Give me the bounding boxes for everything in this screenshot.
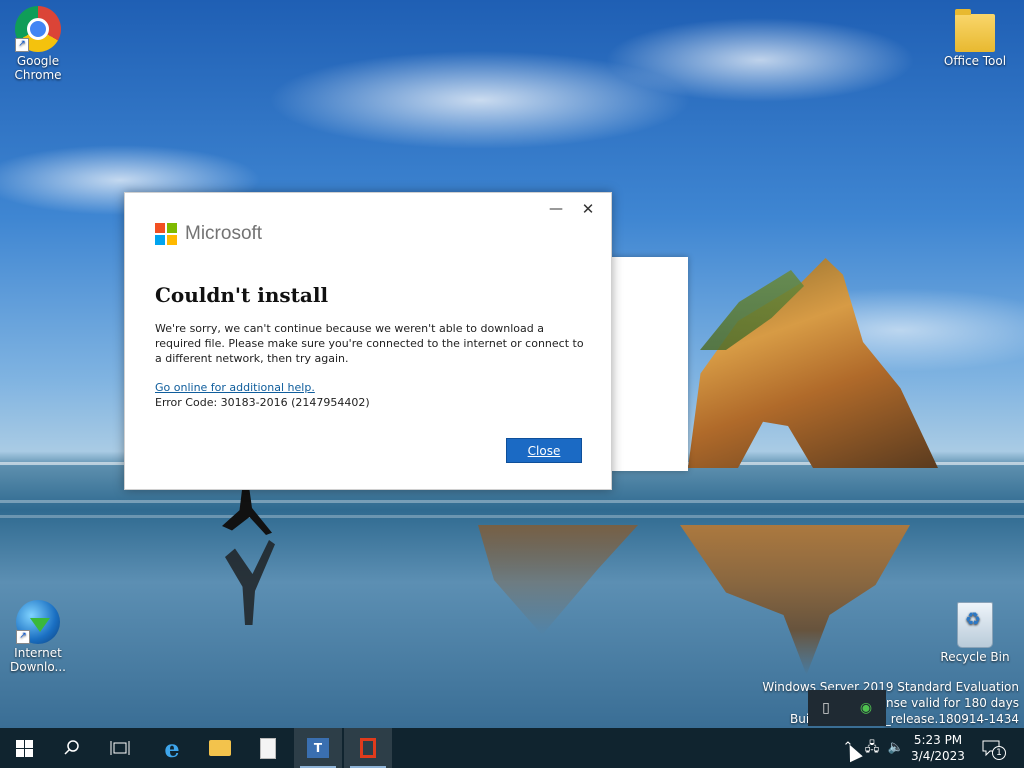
install-error-dialog: — ✕ Microsoft Couldn't install We're sor…: [124, 192, 612, 490]
shortcut-arrow-icon: ↗: [16, 630, 30, 644]
error-code: Error Code: 30183-2016 (2147954402): [155, 396, 370, 409]
runner-silhouette: [222, 490, 272, 535]
internet-download-manager-icon: ↗: [16, 600, 60, 644]
rock-reflection: [478, 525, 638, 635]
tray-overflow-popup: ▯ ◉: [808, 690, 886, 726]
runner-reflection: [225, 540, 275, 625]
taskbar-clock[interactable]: 5:23 PM 3/4/2023: [906, 732, 970, 764]
notepad-icon: [260, 737, 276, 759]
notification-count: 1: [992, 746, 1006, 760]
file-explorer-button[interactable]: [196, 728, 244, 768]
desktop-icon-idm[interactable]: ↗ Internet Downlo...: [0, 600, 76, 674]
minimize-button[interactable]: —: [541, 199, 571, 219]
recycle-bin-icon: [957, 602, 993, 648]
usb-device-icon[interactable]: ▯: [816, 698, 836, 718]
start-button[interactable]: [0, 728, 48, 768]
idm-tray-icon[interactable]: ◉: [856, 698, 876, 718]
folder-icon: [955, 9, 995, 52]
watermark-line: License valid for 180 days: [862, 696, 1019, 710]
shortcut-arrow-icon: ↗: [15, 38, 29, 52]
internet-explorer-button[interactable]: e: [148, 728, 196, 768]
chrome-icon: ↗: [15, 6, 61, 52]
action-center-button[interactable]: 1: [980, 736, 1006, 760]
error-message: We're sorry, we can't continue because w…: [155, 322, 584, 365]
start-icon: [15, 739, 33, 757]
watermark-line: Build 17763.rs5_release.180914-1434: [790, 712, 1019, 726]
network-icon[interactable]: 🖧: [862, 738, 882, 758]
desktop-icon-office-tool[interactable]: Office Tool: [937, 8, 1013, 68]
search-button[interactable]: [48, 728, 96, 768]
desktop-icon-label: Google Chrome: [14, 54, 62, 82]
watermark-line: Windows Server 2019 Standard Evaluation: [762, 680, 1019, 694]
clock-date: 3/4/2023: [911, 749, 965, 763]
rock-formation: [688, 258, 938, 468]
clock-time: 5:23 PM: [913, 733, 963, 747]
file-explorer-icon: [209, 740, 231, 756]
office-icon: [360, 738, 376, 758]
wave-line: [0, 515, 1024, 518]
help-link[interactable]: Go online for additional help.: [155, 381, 315, 394]
desktop-icon-label: Recycle Bin: [940, 650, 1010, 664]
desktop-icon-chrome[interactable]: ↗ Google Chrome: [0, 6, 76, 82]
notepad-button[interactable]: [244, 728, 292, 768]
teams-button[interactable]: T: [294, 728, 342, 768]
internet-explorer-icon: e: [164, 733, 180, 763]
search-icon: [64, 740, 79, 755]
task-view-button[interactable]: [96, 728, 144, 768]
background-window[interactable]: [610, 257, 688, 471]
microsoft-logo-icon: [155, 223, 178, 246]
close-button[interactable]: Close: [506, 438, 582, 463]
desktop-icon-label: Office Tool: [943, 54, 1007, 68]
dialog-title: Couldn't install: [155, 283, 329, 307]
task-view-icon: [110, 741, 130, 755]
wave-line: [0, 500, 1024, 503]
desktop-icon-recycle-bin[interactable]: Recycle Bin: [937, 602, 1013, 664]
brand-name: Microsoft: [185, 223, 263, 244]
office-button[interactable]: [344, 728, 392, 768]
desktop-icon-label: Internet Downlo...: [10, 646, 66, 674]
teams-icon: T: [307, 738, 329, 758]
rock-reflection: [680, 525, 910, 675]
close-window-button[interactable]: ✕: [573, 199, 603, 219]
volume-muted-icon[interactable]: 🔈: [886, 738, 906, 758]
windows-watermark: Windows Server 2019 Standard Evaluation …: [762, 679, 1019, 727]
